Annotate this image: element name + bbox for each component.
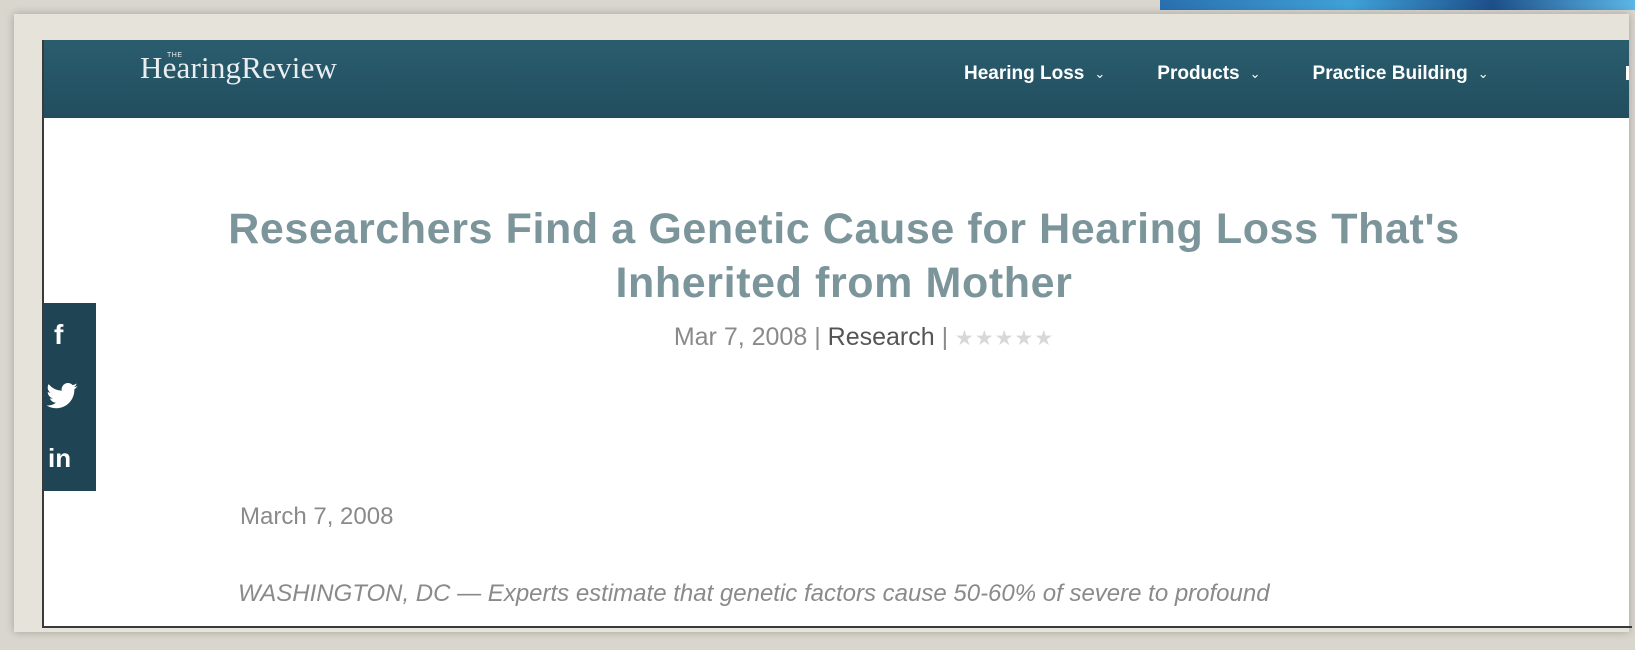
nav-label: Hearing Loss (964, 63, 1085, 84)
article-dateline: March 7, 2008 (240, 503, 394, 530)
linkedin-icon[interactable]: in (48, 443, 71, 474)
article-title: Researchers Find a Genetic Cause for Hea… (228, 205, 1460, 307)
nav-item-truncated[interactable] (1626, 66, 1629, 80)
article-meta: Mar 7, 2008 | Research | ★★★★★ (44, 323, 1629, 352)
meta-separator: | (814, 323, 821, 351)
meta-separator: | (941, 323, 949, 351)
nav-label: Practice Building (1312, 63, 1468, 84)
rating-stars: ★★★★★ (955, 327, 1055, 350)
nav-item-products[interactable]: Products ⌄ (1157, 54, 1260, 94)
chevron-down-icon: ⌄ (1094, 66, 1106, 81)
frame-bottom-border (42, 626, 1632, 628)
nav-item-hearing-loss[interactable]: Hearing Loss ⌄ (964, 54, 1105, 94)
logo-prefix: THE (167, 52, 183, 59)
lead-location: WASHINGTON, DC (238, 580, 451, 607)
main-nav: Hearing Loss ⌄ Products ⌄ Practice Build… (964, 54, 1541, 94)
site-logo[interactable]: THE HearingReview (140, 50, 337, 86)
article-date: Mar 7, 2008 (673, 323, 808, 351)
nav-label: Products (1157, 63, 1240, 84)
article-lead: WASHINGTON, DC — Experts estimate that g… (238, 580, 1270, 608)
site-header: THE HearingReview Hearing Loss ⌄ Product… (44, 40, 1629, 118)
lead-text: — Experts estimate that genetic factors … (450, 580, 1270, 607)
nav-item-practice-building[interactable]: Practice Building ⌄ (1313, 54, 1489, 94)
chevron-down-icon: ⌄ (1249, 66, 1261, 81)
background-artwork (1160, 0, 1635, 10)
article-category-link[interactable]: Research (828, 323, 935, 351)
web-page: THE HearingReview Hearing Loss ⌄ Product… (42, 40, 1629, 626)
chevron-down-icon: ⌄ (1477, 66, 1489, 81)
twitter-icon[interactable] (46, 382, 78, 414)
